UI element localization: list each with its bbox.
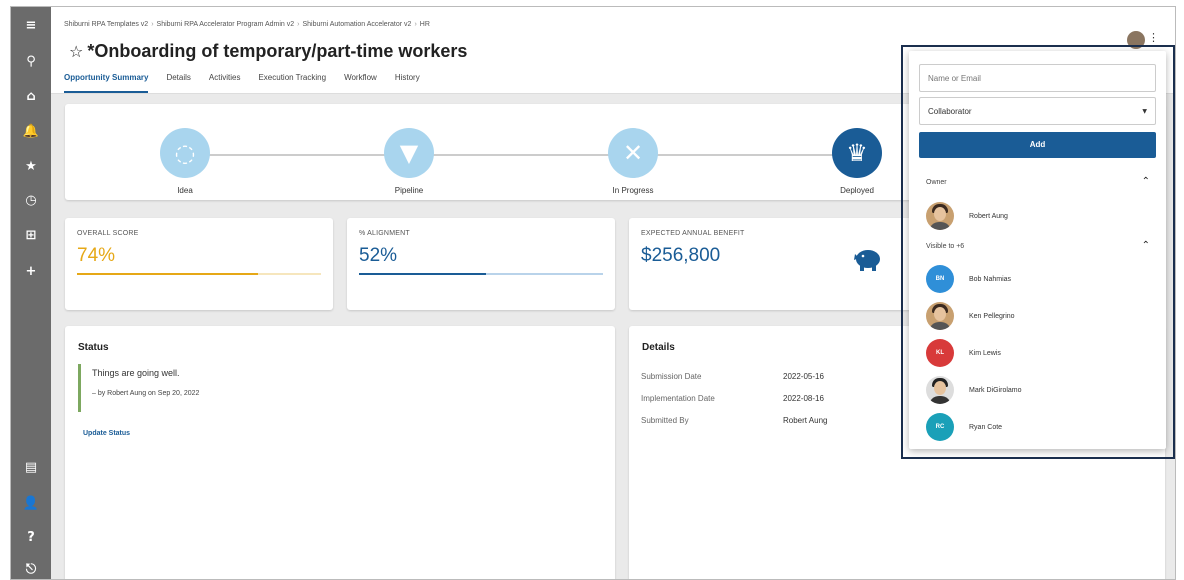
plus-icon[interactable]: + [11,259,51,283]
more-options-icon[interactable]: ⋮ [1148,31,1159,44]
clock-icon[interactable]: ◷ [11,188,51,212]
stage-idea[interactable]: ◌ Idea [135,128,235,195]
tab-execution-tracking[interactable]: Execution Tracking [258,71,326,93]
role-select[interactable]: Collaborator ▼ [919,97,1156,125]
share-popup: Collaborator ▼ Add Owner ⌃ Robert Aung V… [909,51,1166,449]
home-icon[interactable]: ⌂ [11,84,51,108]
menu-icon[interactable]: ≡ [11,13,51,37]
stage-label: Deployed [840,186,874,195]
left-nav-rail: ≡ ⚲ ⌂ 🔔 ★ ◷ ⊞ + ▤ 👤 ? ⎋ [11,7,51,579]
avatar: BN [926,265,954,293]
visible-section-label: Visible to +6 [926,243,965,250]
stage-deployed[interactable]: ♛ Deployed [807,128,907,195]
hierarchy-icon[interactable]: ⊞ [11,223,51,247]
stage-pipeline[interactable]: ▼ Pipeline [359,128,459,195]
user-name: Kim Lewis [969,349,1001,357]
tools-icon: ✕ [608,128,658,178]
avatar: RC [926,413,954,441]
owner-item: Robert Aung [926,202,1008,230]
detail-row: Submission Date 2022-05-16 [641,372,824,381]
overall-score-bar [77,273,321,275]
benefit-value: $256,800 [641,245,721,266]
alignment-value: 52% [359,245,398,266]
status-author: – by Robert Aung on Sep 20, 2022 [92,390,200,397]
overall-score-value: 74% [77,245,116,266]
status-text: Things are going well. [92,368,180,378]
trophy-icon: ♛ [832,128,882,178]
shared-user-item: Ken Pellegrino [926,302,1015,330]
role-select-value: Collaborator [928,106,972,116]
user-name: Ryan Cote [969,423,1003,431]
overall-score-card: OVERALL SCORE 74% [65,218,333,310]
alignment-card: % ALIGNMENT 52% [347,218,615,310]
user-name: Ken Pellegrino [969,312,1015,320]
detail-row: Implementation Date 2022-08-16 [641,394,824,403]
user-name: Bob Nahmias [969,275,1012,283]
user-icon[interactable]: 👤 [11,491,51,515]
tab-workflow[interactable]: Workflow [344,71,377,93]
shared-user-item: Mark DiGirolamo [926,376,1022,404]
avatar [926,302,954,330]
status-heading: Status [78,342,109,353]
funnel-icon: ▼ [384,128,434,178]
overall-score-label: OVERALL SCORE [77,230,139,237]
favorite-star-icon[interactable]: ☆ [69,42,83,61]
collapse-visible-icon[interactable]: ⌃ [1142,240,1150,251]
breadcrumb-item[interactable]: HR [420,21,430,28]
owner-section-label: Owner [926,179,947,186]
stage-label: Idea [177,186,193,195]
shared-user-item: BN Bob Nahmias [926,265,1011,293]
stage-in-progress[interactable]: ✕ In Progress [583,128,683,195]
logout-icon[interactable]: ⎋ [11,557,51,579]
search-icon[interactable]: ⚲ [11,49,51,73]
folder-icon[interactable]: ▤ [11,455,51,479]
alignment-label: % ALIGNMENT [359,230,410,237]
star-icon[interactable]: ★ [11,154,51,178]
avatar [926,376,954,404]
stage-label: Pipeline [394,186,424,195]
tab-opportunity-summary[interactable]: Opportunity Summary [64,71,149,93]
app-window: ≡ ⚲ ⌂ 🔔 ★ ◷ ⊞ + ▤ 👤 ? ⎋ Shiburni RPA Tem… [10,6,1176,580]
breadcrumb: Shiburni RPA Templates v2 › Shiburni RPA A… [64,21,430,28]
stage-label: In Progress [612,186,654,195]
tab-activities[interactable]: Activities [209,71,241,93]
shared-user-item: RC Ryan Cote [926,413,1002,441]
detail-row: Submitted By Robert Aung [641,416,828,425]
shared-user-item: KL Kim Lewis [926,339,1001,367]
alignment-bar [359,273,603,275]
update-status-link[interactable]: Update Status [83,430,130,437]
caret-down-icon: ▼ [1142,107,1147,115]
tab-details[interactable]: Details [166,71,190,93]
details-heading: Details [642,342,675,353]
breadcrumb-item[interactable]: Shiburni RPA Accelerator Program Admin v… [157,21,295,28]
help-icon[interactable]: ? [11,525,51,549]
tab-bar: Opportunity Summary Details Activities E… [64,71,438,93]
piggy-bank-icon [851,246,885,272]
user-name: Mark DiGirolamo [969,386,1022,394]
breadcrumb-item[interactable]: Shiburni Automation Accelerator v2 [302,21,411,28]
page-title-text: *Onboarding of temporary/part-time worke… [87,41,468,61]
page-title: ☆ *Onboarding of temporary/part-time work… [69,41,467,62]
stage-connector [205,154,845,156]
bell-icon[interactable]: 🔔 [11,119,51,143]
benefit-label: EXPECTED ANNUAL BENEFIT [641,230,745,237]
avatar [926,202,954,230]
add-button[interactable]: Add [919,132,1156,158]
status-card: Status Things are going well. – by Rober… [65,326,615,579]
collapse-owner-icon[interactable]: ⌃ [1142,176,1150,187]
avatar: KL [926,339,954,367]
user-name: Robert Aung [969,212,1008,220]
name-or-email-input[interactable] [919,64,1156,92]
tab-history[interactable]: History [395,71,420,93]
status-update: Things are going well. – by Robert Aung … [78,364,199,412]
lightbulb-icon: ◌ [160,128,210,178]
breadcrumb-item[interactable]: Shiburni RPA Templates v2 [64,21,148,28]
